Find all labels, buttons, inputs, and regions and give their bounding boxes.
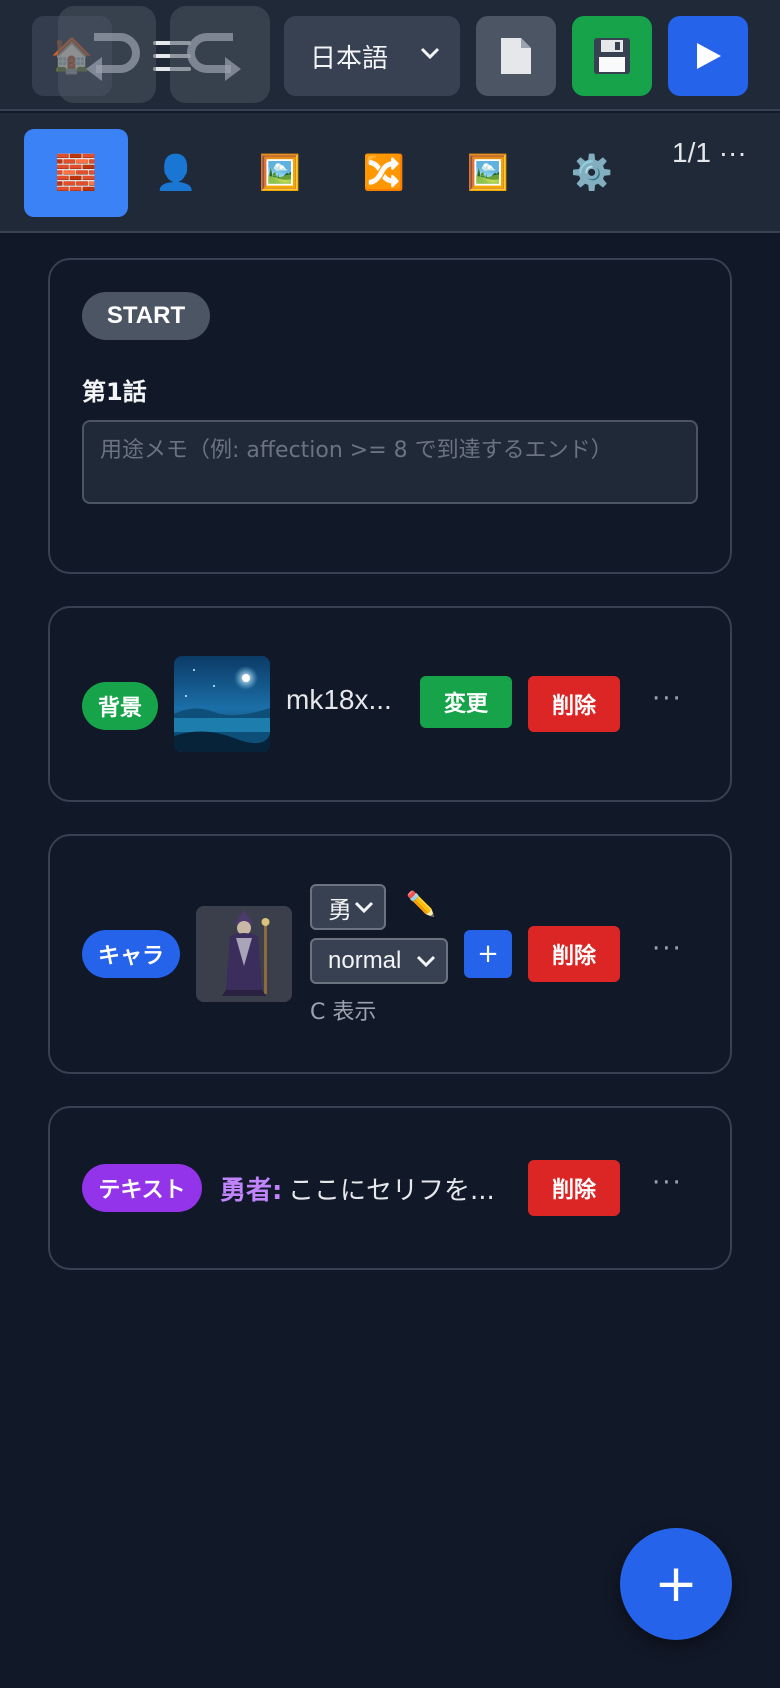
floppy-disk-icon bbox=[594, 38, 630, 74]
top-toolbar: 🏠 日本語 bbox=[0, 0, 780, 111]
delete-background-button[interactable]: 削除 bbox=[528, 676, 620, 732]
background-thumbnail bbox=[174, 656, 270, 752]
play-icon bbox=[697, 43, 721, 69]
background-more-button[interactable]: ··· bbox=[652, 684, 683, 714]
page-more: ··· bbox=[718, 137, 747, 168]
start-badge: START bbox=[82, 292, 210, 340]
add-block-button[interactable]: + bbox=[620, 1528, 732, 1640]
pencil-icon[interactable]: ✏️ bbox=[406, 890, 436, 918]
tab-backgrounds[interactable]: 🖼️ bbox=[228, 129, 332, 217]
document-icon bbox=[501, 38, 531, 74]
delete-text-button[interactable]: 削除 bbox=[528, 1160, 620, 1216]
character-name-select[interactable]: 勇 bbox=[310, 884, 386, 930]
chevron-down-icon bbox=[354, 901, 374, 914]
dialogue-preview[interactable]: ここにセリフを... bbox=[288, 1170, 495, 1207]
tab-branches[interactable]: 🔀 bbox=[332, 129, 436, 217]
language-value: 日本語 bbox=[310, 43, 389, 74]
character-position-label: C 表示 bbox=[310, 1000, 377, 1025]
memo-textarea[interactable]: 用途メモ（例: affection >= 8 で到達するエンド） bbox=[82, 420, 698, 504]
expression-select[interactable]: normal bbox=[310, 938, 448, 984]
change-background-button[interactable]: 変更 bbox=[420, 676, 512, 728]
character-thumbnail bbox=[196, 906, 292, 1002]
redo-button[interactable] bbox=[170, 6, 270, 103]
character-more-button[interactable]: ··· bbox=[652, 934, 683, 964]
text-badge: テキスト bbox=[82, 1164, 202, 1212]
person-icon: 👤 bbox=[154, 153, 198, 193]
tab-characters[interactable]: 👤 bbox=[124, 129, 228, 217]
gear-icon: ⚙️ bbox=[570, 153, 614, 193]
delete-character-button[interactable]: 削除 bbox=[528, 926, 620, 982]
bricks-icon: 🧱 bbox=[54, 153, 98, 193]
tab-settings[interactable]: ⚙️ bbox=[540, 129, 644, 217]
page-indicator[interactable]: 1/1 ··· bbox=[672, 137, 747, 169]
character-block: キャラ 勇 ✏️ normal + 削除 ··· C 表示 bbox=[48, 834, 732, 1074]
save-button[interactable] bbox=[572, 16, 652, 96]
page-number: 1/1 bbox=[672, 137, 711, 168]
tab-images[interactable]: 🖼️ bbox=[436, 129, 540, 217]
character-name-value: 勇 bbox=[328, 896, 352, 924]
background-block: 背景 mk18x... 変更 削除 ··· bbox=[48, 606, 732, 802]
memo-placeholder: 用途メモ（例: affection >= 8 で到達するエンド） bbox=[100, 438, 613, 463]
new-document-button[interactable] bbox=[476, 16, 556, 96]
text-more-button[interactable]: ··· bbox=[652, 1168, 683, 1198]
redo-arrow-icon bbox=[187, 32, 241, 81]
undo-arrow-icon bbox=[86, 32, 140, 81]
chevron-down-icon bbox=[420, 47, 440, 60]
picture-icon: 🖼️ bbox=[466, 153, 510, 193]
tab-bar: 🧱 👤 🖼️ 🔀 🖼️ ⚙️ 1/1 ··· bbox=[0, 113, 780, 233]
start-block: START 第1話 用途メモ（例: affection >= 8 で到達するエン… bbox=[48, 258, 732, 574]
expression-value: normal bbox=[328, 947, 402, 974]
background-file-name: mk18x... bbox=[286, 684, 392, 715]
character-badge: キャラ bbox=[82, 930, 180, 978]
picture-icon: 🖼️ bbox=[258, 153, 302, 193]
scene-title: 第1話 bbox=[82, 378, 147, 406]
speaker-name: 勇者: bbox=[220, 1176, 283, 1206]
undo-button[interactable] bbox=[58, 6, 156, 103]
text-block: テキスト 勇者: ここにセリフを... 削除 ··· bbox=[48, 1106, 732, 1270]
chevron-down-icon bbox=[416, 955, 436, 968]
shuffle-icon: 🔀 bbox=[362, 153, 406, 193]
tab-blocks[interactable]: 🧱 bbox=[24, 129, 128, 217]
add-expression-button[interactable]: + bbox=[464, 930, 512, 978]
background-badge: 背景 bbox=[82, 682, 158, 730]
language-select[interactable]: 日本語 bbox=[284, 16, 460, 96]
play-button[interactable] bbox=[668, 16, 748, 96]
